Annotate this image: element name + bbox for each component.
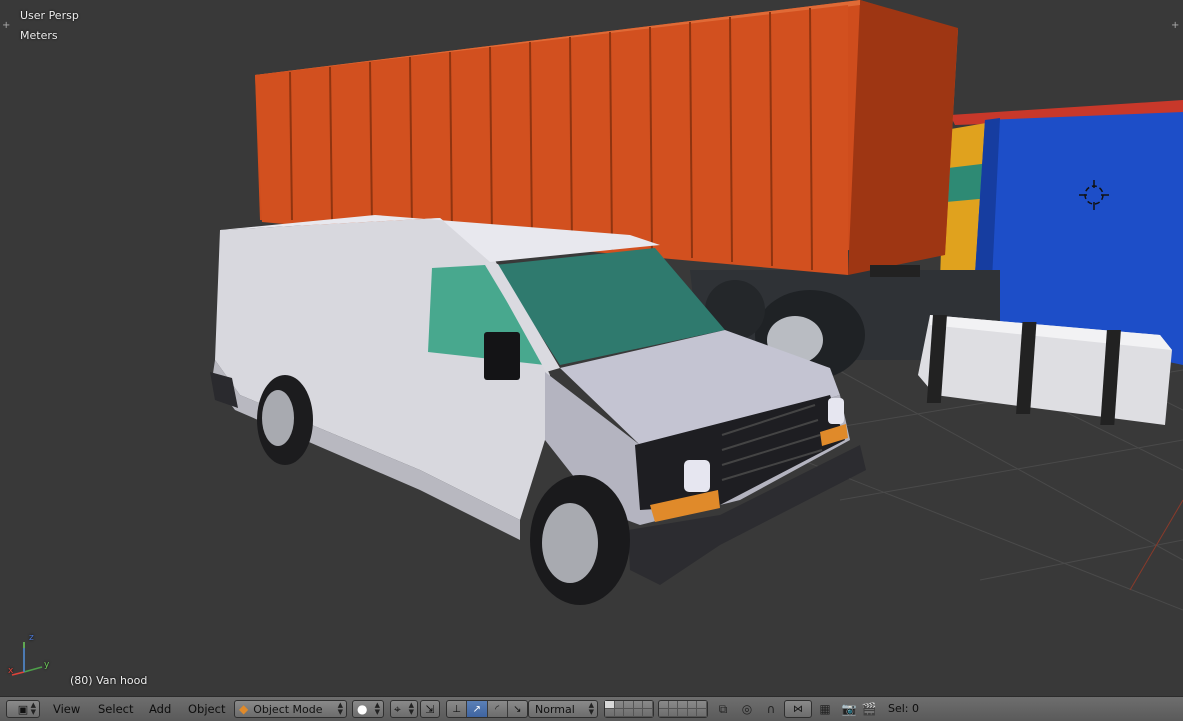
object-menu[interactable]: Object: [188, 701, 225, 717]
lock-layers-icon[interactable]: ⧉: [714, 700, 732, 718]
proportional-edit-icon[interactable]: ◎: [738, 700, 756, 718]
add-menu[interactable]: Add: [149, 701, 171, 717]
axis-manipulator-icon[interactable]: ⊥: [447, 701, 468, 717]
snap-element-dropdown[interactable]: ⋈: [784, 700, 812, 718]
axis-y-label: y: [44, 660, 50, 670]
3d-viewport[interactable]: User Persp Meters (80) Van hood z x y + …: [0, 0, 1183, 696]
editor-type-button[interactable]: ▣ ▲ ▼: [6, 700, 40, 718]
snap-target-icon[interactable]: ▦: [816, 700, 834, 718]
axis-gizmo: [11, 642, 43, 676]
orientation-label: Normal: [535, 702, 575, 716]
clapperboard-icon[interactable]: 🎬: [860, 700, 878, 718]
pivot-point-icon: ⌖: [394, 701, 401, 716]
translate-icon[interactable]: ↗: [467, 701, 488, 717]
scene-render[interactable]: [0, 0, 1183, 696]
sphere-shading-icon: ●: [357, 702, 368, 716]
units-label: Meters: [20, 29, 58, 42]
dropdown-arrows-icon: ▲ ▼: [30, 701, 36, 716]
mode-label: Object Mode: [253, 702, 323, 716]
viewport-header: ▣ ▲ ▼ View Select Add Object ◆ Object Mod…: [0, 696, 1183, 721]
view-name-label: User Persp: [20, 9, 79, 22]
dropdown-arrows-icon: ▲ ▼: [588, 701, 594, 716]
view-menu[interactable]: View: [53, 701, 80, 717]
layer-buttons-right[interactable]: [658, 700, 708, 718]
select-menu[interactable]: Select: [98, 701, 133, 717]
orange-cube-icon: ◆: [239, 702, 249, 716]
axis-z-label: z: [29, 633, 34, 643]
layer-buttons-left[interactable]: [604, 700, 654, 718]
rotate-icon[interactable]: ◜: [488, 701, 508, 717]
scale-icon[interactable]: ↘: [508, 701, 527, 717]
active-object-label: (80) Van hood: [70, 674, 148, 687]
pivot-dropdown[interactable]: ⌖ ▲ ▼: [390, 700, 418, 718]
manipulator-toggle[interactable]: ⇲: [420, 700, 440, 718]
selection-count: Sel: 0: [888, 702, 920, 715]
corner-plus-icon[interactable]: +: [2, 21, 10, 31]
manipulator-arrows-icon: ⇲: [425, 702, 435, 716]
mode-dropdown[interactable]: ◆ Object Mode ▲ ▼: [234, 700, 347, 718]
dropdown-arrows-icon: ▲ ▼: [374, 701, 380, 716]
transform-manipulators[interactable]: ⊥ ↗ ◜ ↘: [446, 700, 528, 718]
corner-plus-icon-right[interactable]: +: [1171, 21, 1179, 31]
shading-dropdown[interactable]: ● ▲ ▼: [352, 700, 384, 718]
dropdown-arrows-icon: ▲ ▼: [337, 701, 343, 716]
snap-magnet-icon[interactable]: ∩: [762, 700, 780, 718]
orientation-dropdown[interactable]: Normal ▲ ▼: [528, 700, 598, 718]
dropdown-arrows-icon: ▲ ▼: [408, 701, 414, 716]
axis-x-label: x: [8, 666, 14, 676]
camera-icon[interactable]: 📷: [840, 700, 858, 718]
snap-increment-icon: ⋈: [793, 703, 803, 715]
cube-view-icon: ▣: [17, 702, 29, 716]
